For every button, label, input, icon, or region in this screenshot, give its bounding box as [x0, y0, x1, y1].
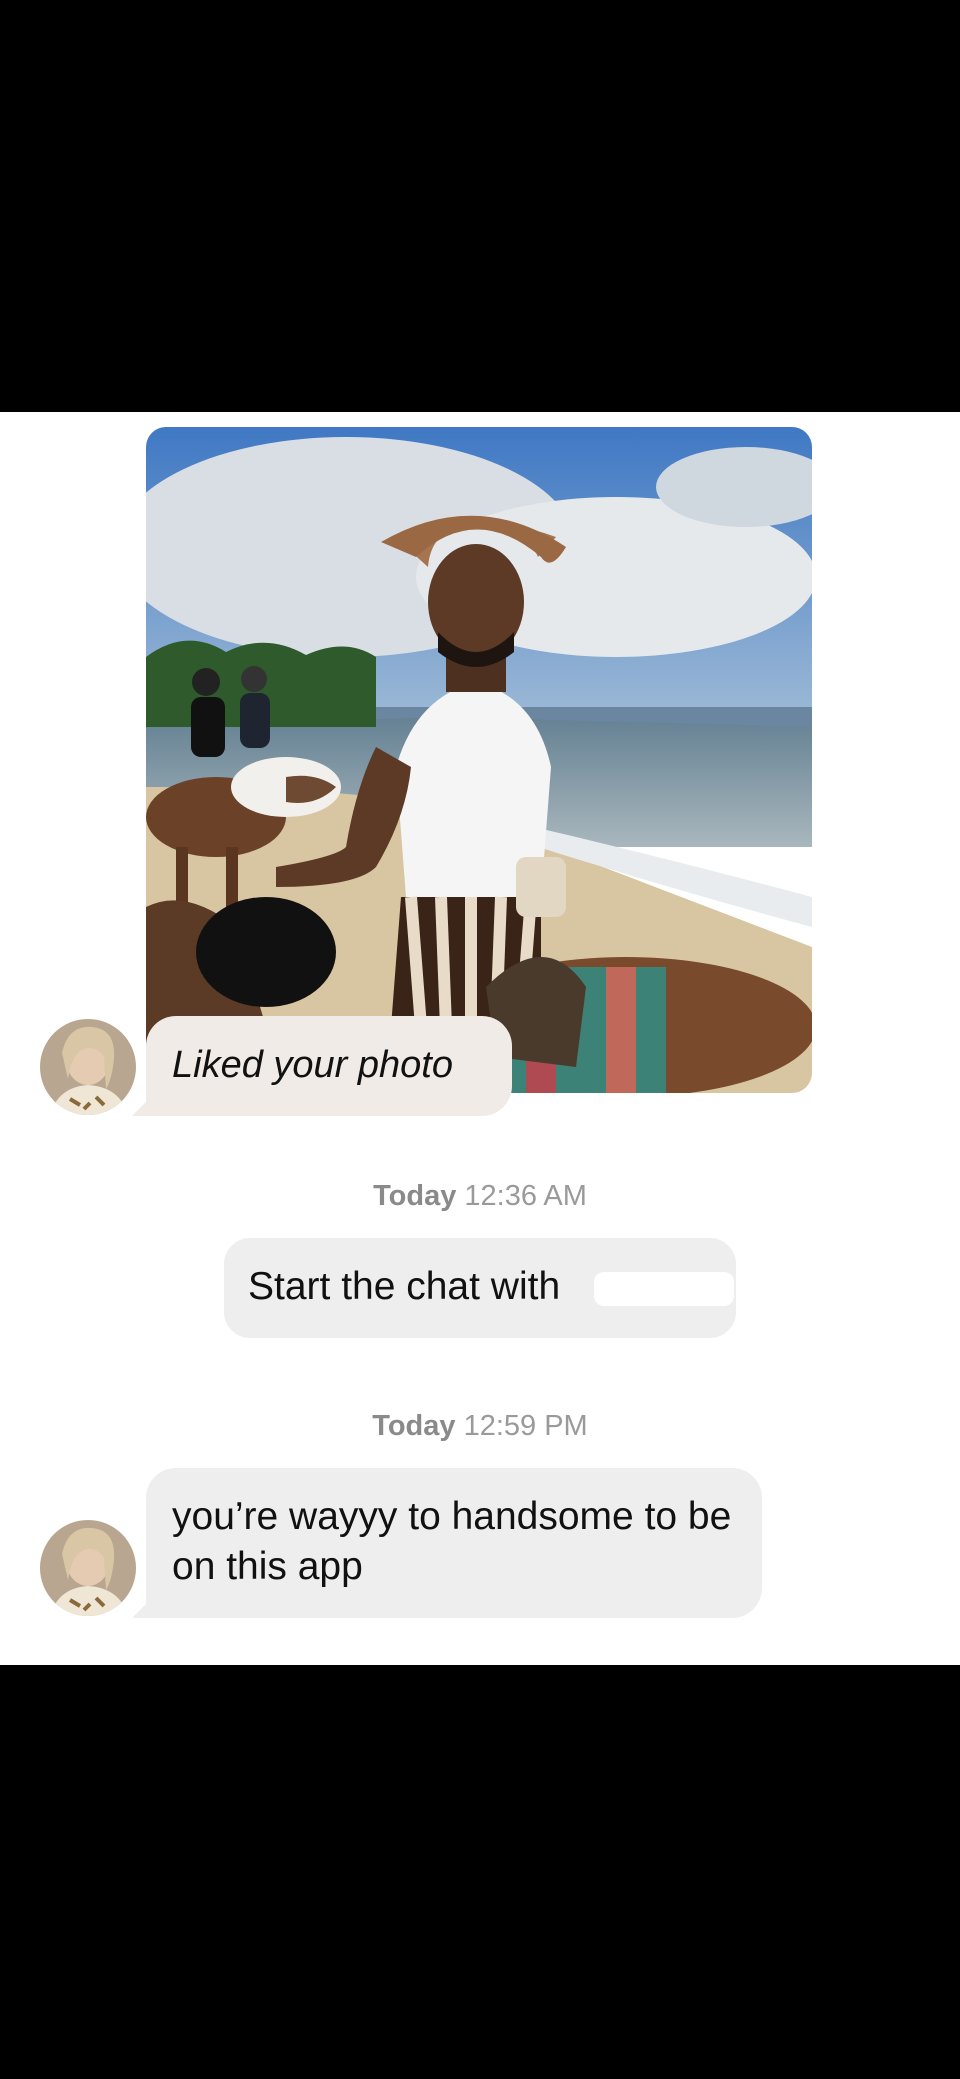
timestamp-time: 12:59 PM — [463, 1410, 588, 1442]
message-text: you’re wayyy to handsome to be on this a… — [172, 1495, 732, 1588]
liked-photo[interactable] — [146, 427, 812, 1093]
timestamp-day: Today — [373, 1180, 457, 1212]
beach-horse-photo-icon — [146, 427, 812, 1093]
received-message-bubble[interactable]: you’re wayyy to handsome to be on this a… — [146, 1468, 762, 1618]
start-chat-bubble: Start the chat with — [224, 1238, 736, 1338]
bottom-black-area — [0, 1665, 960, 2079]
profile-photo-icon — [40, 1019, 136, 1115]
match-avatar[interactable] — [40, 1520, 136, 1616]
liked-photo-bubble: Liked your photo — [146, 1016, 512, 1116]
profile-photo-icon — [40, 1520, 136, 1616]
start-chat-text: Start the chat with — [248, 1265, 561, 1308]
timestamp: Today 12:36 AM — [0, 1180, 960, 1213]
liked-photo-text: Liked your photo — [172, 1044, 453, 1086]
match-avatar[interactable] — [40, 1019, 136, 1115]
timestamp-time: 12:36 AM — [464, 1180, 587, 1212]
chat-thread[interactable]: Liked your photo Today 12:36 AM Start th… — [0, 412, 960, 1665]
timestamp-day: Today — [372, 1410, 456, 1442]
redacted-name — [594, 1272, 734, 1306]
top-black-area — [0, 0, 960, 412]
timestamp: Today 12:59 PM — [0, 1410, 960, 1443]
